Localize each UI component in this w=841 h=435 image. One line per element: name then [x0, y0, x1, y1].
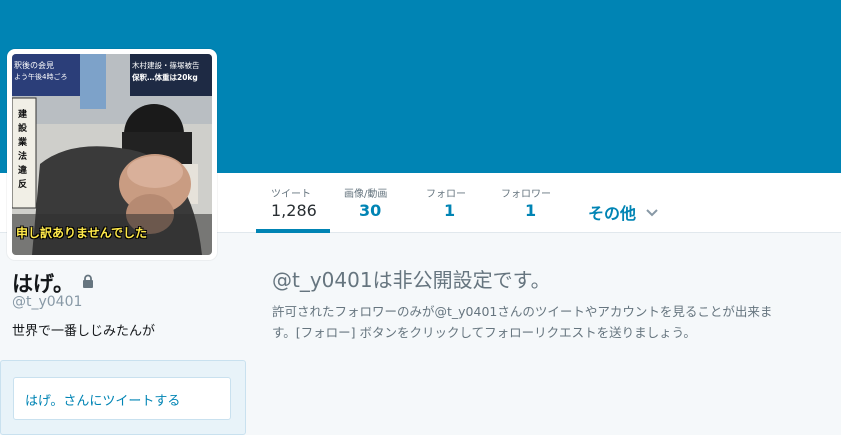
chevron-down-icon [645, 202, 658, 221]
nav-stat-followers[interactable]: フォロワー 1 [501, 173, 561, 233]
profile-handle[interactable]: @t_y0401 [12, 294, 82, 310]
nav-stat-media-label: 画像/動画 [344, 189, 388, 200]
avatar-caption-right-2: 保釈…体重は20kg [132, 73, 198, 82]
nav-stat-followers-label: フォロワー [501, 189, 551, 200]
nav-stat-tweets-value: 1,286 [271, 201, 317, 220]
nav-stat-tweets-label: ツイート [271, 189, 311, 200]
profile-bio: 世界で一番しじみたんが [12, 324, 156, 339]
nav-stat-tweets[interactable]: ツイート 1,286 [256, 173, 330, 233]
nav-stat-following-label: フォロー [426, 189, 466, 200]
protected-account-title: @t_y0401は非公開設定です。 [272, 268, 551, 292]
protected-account-message: 許可されたフォロワーのみが@t_y0401さんのツイートやアカウントを見ることが… [272, 304, 773, 340]
nav-stat-media[interactable]: 画像/動画 30 [344, 173, 404, 233]
nav-stat-media-value: 30 [359, 201, 382, 220]
avatar-caption-right-1: 木村建設・篠塚被告 [132, 61, 200, 70]
profile-avatar[interactable]: 釈後の会見 よう午後4時ごろ 木村建設・篠塚被告 保釈…体重は20kg 建設業法… [7, 49, 217, 260]
avatar-caption-vertical: 建設業法違反 [18, 110, 28, 190]
nav-stat-followers-value: 1 [525, 201, 537, 220]
tweet-to-user-box: はげ。さんにツイートする [0, 360, 246, 435]
tweet-to-user-input[interactable]: はげ。さんにツイートする [13, 377, 231, 420]
avatar-caption-left-2: よう午後4時ごろ [14, 73, 68, 81]
more-menu-label: その他 [588, 204, 637, 223]
lock-icon [82, 274, 94, 293]
nav-stat-following-value: 1 [444, 201, 456, 220]
nav-stat-following[interactable]: フォロー 1 [426, 173, 476, 233]
avatar-caption-left-1: 釈後の会見 [14, 61, 54, 70]
avatar-subtitle: 申し訳ありませんでした [16, 226, 148, 240]
avatar-image: 釈後の会見 よう午後4時ごろ 木村建設・篠塚被告 保釈…体重は20kg 建設業法… [12, 54, 212, 255]
more-menu-button[interactable]: その他 [588, 200, 658, 224]
